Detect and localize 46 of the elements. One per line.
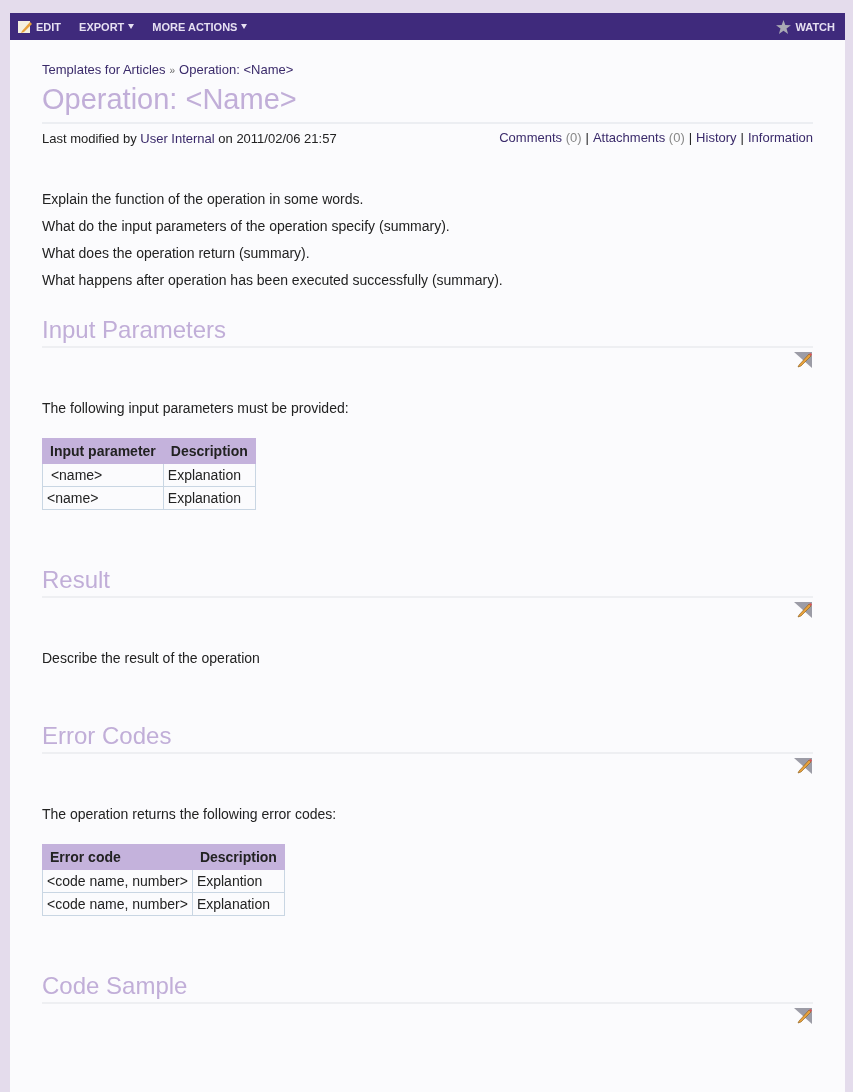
table-cell: <code name, number> — [42, 869, 193, 893]
tab-link[interactable]: Attachments — [592, 130, 666, 145]
breadcrumb-link[interactable]: Operation: <Name> — [179, 62, 294, 77]
intro-text: What do the input parameters of the operation specify (summary). — [42, 218, 451, 234]
column-header: Error code — [42, 844, 193, 870]
section-heading: Error Codes — [42, 722, 813, 754]
section-text: The operation returns the following error codes: — [42, 806, 338, 822]
column-header: Description — [163, 438, 256, 464]
column-header: Input parameter — [42, 438, 164, 464]
intro-text: What does the operation return (summary). — [42, 245, 311, 261]
section-text: Describe the result of the operation — [42, 650, 261, 666]
caret-icon — [128, 24, 135, 29]
tab-link[interactable]: History — [696, 130, 737, 145]
section-text: The following input parameters must be provided: — [42, 400, 350, 416]
section-heading: Code Sample — [42, 972, 813, 1004]
table-cell: <name> — [42, 463, 164, 487]
watch-button[interactable]: WATCH — [776, 19, 835, 34]
section-heading: Result — [42, 566, 813, 598]
tab-link[interactable]: Comments — [499, 130, 563, 145]
breadcrumb-link[interactable]: Templates for Articles — [42, 62, 166, 77]
table-cell: Explanation — [163, 463, 256, 487]
caret-icon — [241, 24, 248, 29]
table-cell: Explanation — [192, 892, 285, 916]
column-header: Description — [192, 844, 285, 870]
table-cell: <name> — [42, 486, 164, 510]
intro-text: What happens after operation has been executed successfully (summary). — [42, 272, 504, 288]
link-separator: | — [585, 130, 589, 145]
table-cell: Explantion — [192, 869, 285, 893]
star-icon — [776, 19, 792, 34]
menu-button[interactable]: EXPORT — [79, 19, 135, 34]
intro-text: Explain the function of the operation in some words. — [42, 191, 365, 207]
table-cell: <code name, number> — [42, 892, 193, 916]
link-separator: | — [740, 130, 744, 145]
menu-button[interactable]: MORE ACTIONS — [152, 19, 248, 34]
section-heading: Input Parameters — [42, 316, 813, 348]
count-label: (0) — [564, 130, 582, 145]
table-cell: Explanation — [163, 486, 256, 510]
breadcrumb-separator: » — [169, 65, 176, 76]
page-title: Operation: <Name> — [42, 83, 813, 124]
count-label: (0) — [667, 130, 685, 145]
edit-button[interactable]: EDIT — [18, 19, 62, 34]
link-separator: | — [688, 130, 693, 145]
author-link[interactable]: User Internal — [140, 131, 215, 146]
last-modified-text: Last modified by User Internal on 2011/02/06 21:57 — [42, 130, 338, 147]
tab-link[interactable]: Information — [747, 130, 813, 145]
pencil-icon — [18, 19, 32, 34]
